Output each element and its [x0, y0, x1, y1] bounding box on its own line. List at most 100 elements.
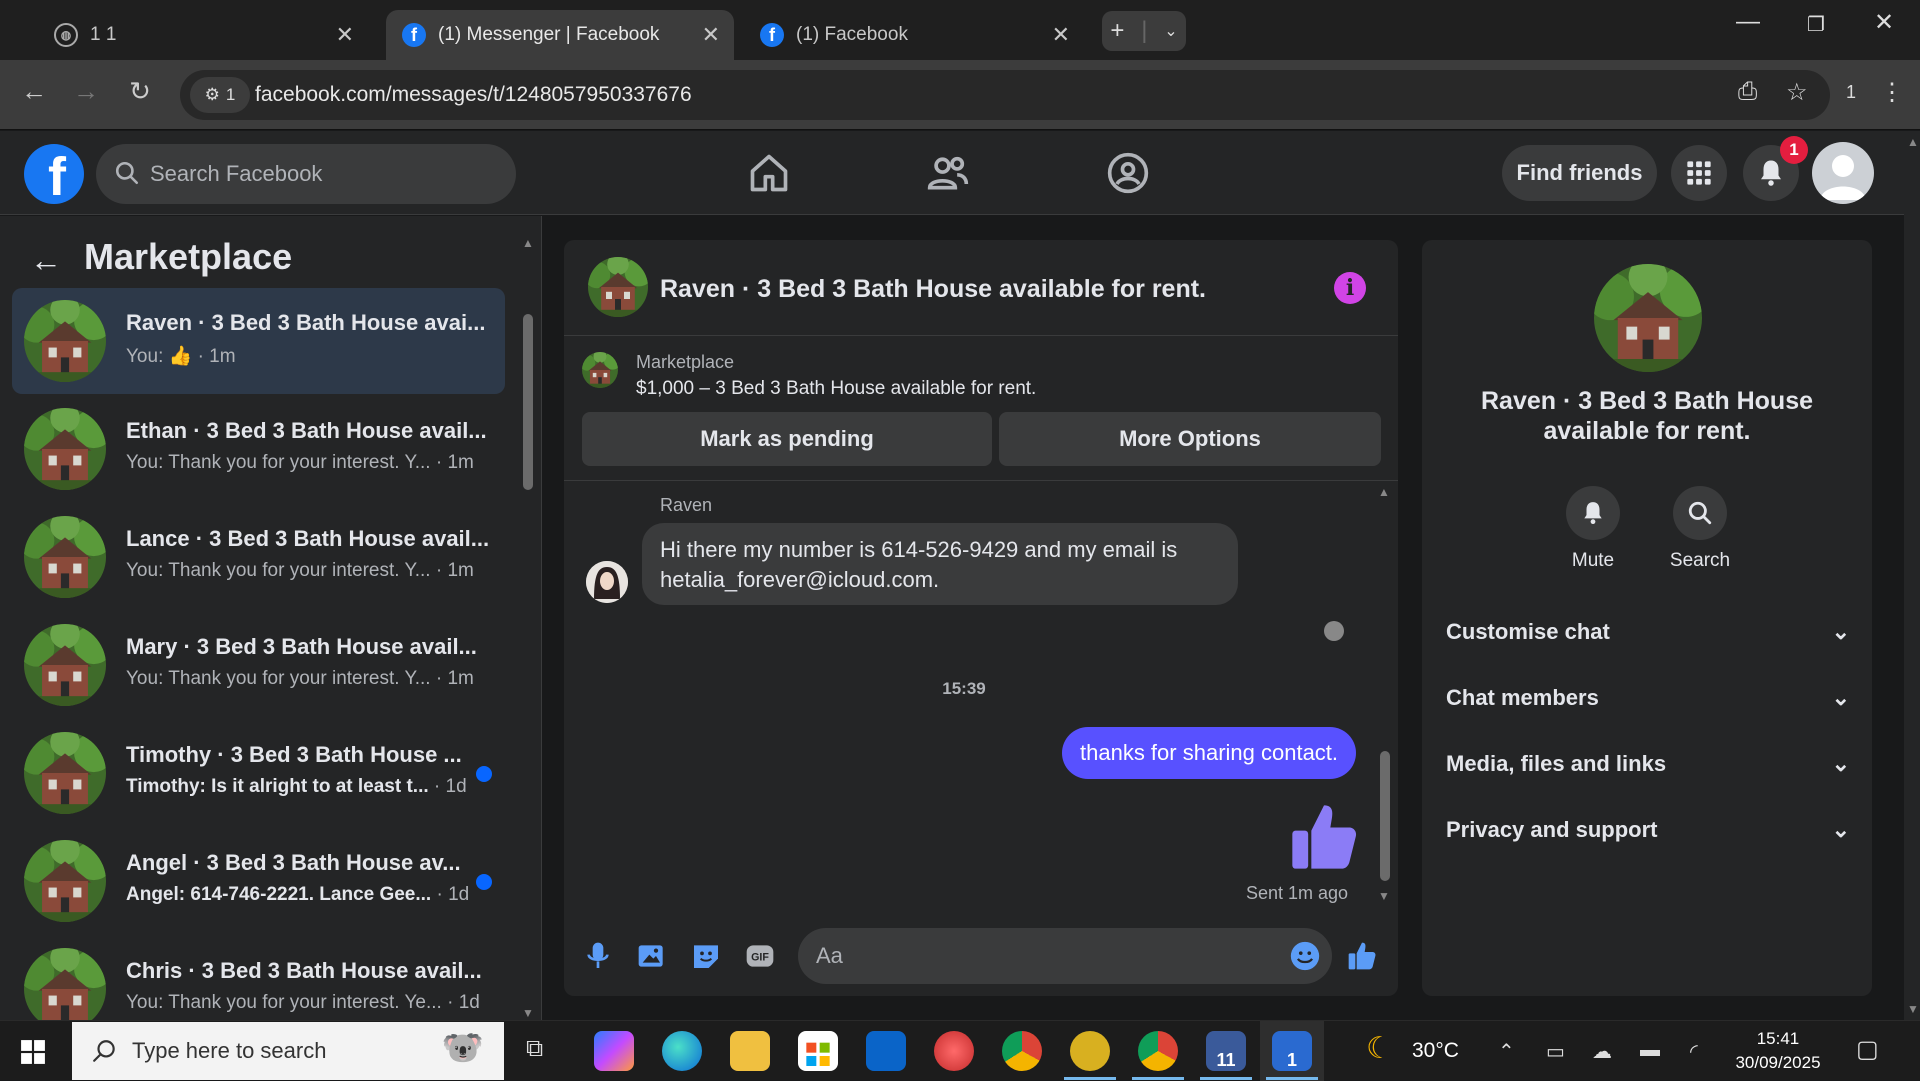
scroll-up-arrow-icon[interactable]: ▲ [522, 236, 534, 250]
back-arrow-icon[interactable]: ← [30, 242, 62, 279]
media-files-links-section[interactable]: Media, files and links ⌄ [1446, 744, 1850, 784]
wifi-icon[interactable]: ◜ [1690, 1039, 1698, 1064]
chrome-icon[interactable] [1002, 1031, 1042, 1071]
scrollbar-thumb[interactable] [523, 314, 533, 490]
copilot-icon[interactable] [594, 1031, 634, 1071]
tune-icon: ⚙ [204, 85, 220, 104]
facebook-search-input[interactable]: Search Facebook [96, 144, 516, 204]
close-tab-icon[interactable]: ✕ [336, 22, 354, 48]
message-composer: GIF [564, 916, 1398, 996]
mute-button[interactable]: Mute [1548, 486, 1638, 572]
new-tab-plus-icon[interactable]: + [1110, 17, 1124, 45]
chrome-profile-icon[interactable] [1138, 1031, 1178, 1071]
show-hidden-icons-chevron-icon[interactable]: ⌃ [1498, 1039, 1515, 1064]
incoming-message-bubble[interactable]: Hi there my number is 614-526-9429 and m… [642, 523, 1238, 605]
listing-price-title[interactable]: $1,000 – 3 Bed 3 Bath House available fo… [636, 378, 1036, 400]
koala-search-highlight-icon: 🐨 [441, 1029, 484, 1067]
scrollbar-thumb[interactable] [1380, 751, 1390, 881]
microphone-icon[interactable] [582, 940, 614, 972]
customise-chat-section[interactable]: Customise chat ⌄ [1446, 612, 1850, 652]
minimize-icon[interactable]: — [1718, 8, 1778, 36]
groups-icon[interactable] [1106, 151, 1150, 195]
conversation-item[interactable]: Lance · 3 Bed 3 Bath House avail... You:… [12, 504, 505, 610]
weather-temperature[interactable]: 30°C [1412, 1039, 1459, 1063]
tab-search-chevron-icon[interactable]: ⌄ [1164, 21, 1177, 41]
conversation-item[interactable]: Mary · 3 Bed 3 Bath House avail... You: … [12, 612, 505, 718]
find-friends-button[interactable]: Find friends [1502, 145, 1657, 201]
profile-avatar[interactable] [1812, 142, 1874, 204]
file-explorer-icon[interactable] [730, 1031, 770, 1071]
restore-icon[interactable]: ❐ [1786, 12, 1846, 37]
message-input[interactable] [798, 928, 1332, 984]
sticker-icon[interactable] [690, 940, 722, 972]
notification-center-icon[interactable]: ▢ [1856, 1035, 1879, 1064]
scroll-up-arrow-icon[interactable]: ▲ [1907, 135, 1919, 149]
facebook-logo[interactable]: f [24, 144, 84, 204]
outlook-icon[interactable] [866, 1031, 906, 1071]
browser-tab-messenger[interactable]: f (1) Messenger | Facebook ✕ [386, 10, 734, 60]
edge-icon[interactable] [662, 1031, 702, 1071]
privacy-support-section[interactable]: Privacy and support ⌄ [1446, 810, 1850, 850]
paint-icon[interactable] [934, 1031, 974, 1071]
battery-icon[interactable]: ▬ [1640, 1039, 1660, 1062]
info-icon[interactable]: i [1334, 272, 1366, 304]
close-tab-icon[interactable]: ✕ [1052, 22, 1070, 48]
scroll-up-arrow-icon[interactable]: ▲ [1378, 485, 1390, 499]
device-icon[interactable]: ▭ [1546, 1039, 1565, 1064]
site-info-button[interactable]: ⚙ 1 [190, 77, 250, 113]
search-icon [115, 161, 139, 185]
xbox-app-icon[interactable] [1070, 1031, 1110, 1071]
bookmark-star-icon[interactable]: ☆ [1786, 78, 1808, 107]
default-avatar-icon [1820, 155, 1866, 200]
extension-count[interactable]: 1 [1846, 82, 1856, 103]
task-view-icon[interactable]: ⧉ [526, 1035, 543, 1063]
reload-icon[interactable]: ↻ [120, 76, 160, 107]
app-badge-1-icon[interactable]: 1 [1272, 1031, 1312, 1071]
chat-members-section[interactable]: Chat members ⌄ [1446, 678, 1850, 718]
install-app-icon[interactable]: ⎙ [1738, 78, 1757, 106]
taskbar-search-box[interactable]: Type here to search 🐨 [72, 1022, 504, 1080]
scroll-down-arrow-icon[interactable]: ▼ [1907, 1002, 1919, 1016]
friends-icon[interactable] [926, 151, 970, 195]
onedrive-cloud-icon[interactable]: ☁ [1592, 1039, 1612, 1064]
home-icon[interactable] [747, 151, 791, 195]
window-close-icon[interactable]: ✕ [1854, 8, 1914, 37]
page-scrollbar[interactable]: ▲ ▼ [1904, 131, 1920, 1020]
weather-moon-icon[interactable]: ☾ [1366, 1031, 1393, 1066]
gif-icon[interactable]: GIF [744, 940, 776, 972]
browser-menu-icon[interactable]: ⋮ [1880, 78, 1904, 107]
clock[interactable]: 15:41 30/09/2025 [1730, 1027, 1826, 1075]
like-send-icon[interactable] [1346, 940, 1378, 972]
search-in-chat-button[interactable]: Search [1655, 486, 1745, 572]
marketplace-label: Marketplace [636, 352, 735, 372]
emoji-icon[interactable] [1288, 939, 1322, 973]
browser-tab-facebook[interactable]: f (1) Facebook ✕ [744, 10, 1084, 60]
sender-avatar[interactable] [586, 561, 628, 603]
conversation-item[interactable]: Ethan · 3 Bed 3 Bath House avail... You:… [12, 396, 505, 502]
more-options-button[interactable]: More Options [999, 412, 1381, 466]
conversation-item[interactable]: Timothy · 3 Bed 3 Bath House ... Timothy… [12, 720, 505, 826]
tab-title: (1) Messenger | Facebook [438, 24, 660, 45]
browser-tab-1[interactable]: ◍ 1 1 ✕ [38, 10, 368, 60]
conversation-item[interactable]: Chris · 3 Bed 3 Bath House avail... You:… [12, 936, 505, 1020]
windows-start-icon[interactable] [20, 1039, 46, 1065]
forward-arrow-icon[interactable]: → [66, 76, 106, 107]
menu-button[interactable] [1671, 145, 1727, 201]
back-arrow-icon[interactable]: ← [14, 76, 54, 107]
listing-thumbnail[interactable] [588, 257, 648, 317]
mark-as-pending-button[interactable]: Mark as pending [582, 412, 992, 466]
conversation-item[interactable]: Raven · 3 Bed 3 Bath House avai... You: … [12, 288, 505, 394]
scroll-down-arrow-icon[interactable]: ▼ [1378, 889, 1390, 903]
microsoft-store-icon[interactable] [798, 1031, 838, 1071]
thumbs-up-sticker-icon[interactable] [1286, 799, 1362, 875]
close-tab-icon[interactable]: ✕ [702, 22, 720, 48]
chat-header: Raven · 3 Bed 3 Bath House available for… [564, 240, 1398, 336]
conversation-item[interactable]: Angel · 3 Bed 3 Bath House av... Angel: … [12, 828, 505, 934]
app-badge-11-icon[interactable]: 11 [1206, 1031, 1246, 1071]
outgoing-message-bubble[interactable]: thanks for sharing contact. [1062, 727, 1357, 779]
chat-title[interactable]: Raven · 3 Bed 3 Bath House available for… [660, 275, 1206, 304]
photo-icon[interactable] [636, 940, 668, 972]
address-bar[interactable]: ⚙ 1 facebook.com/messages/t/124805795033… [180, 70, 1830, 120]
url-text[interactable]: facebook.com/messages/t/1248057950337676 [255, 83, 692, 107]
scroll-down-arrow-icon[interactable]: ▼ [522, 1006, 534, 1020]
